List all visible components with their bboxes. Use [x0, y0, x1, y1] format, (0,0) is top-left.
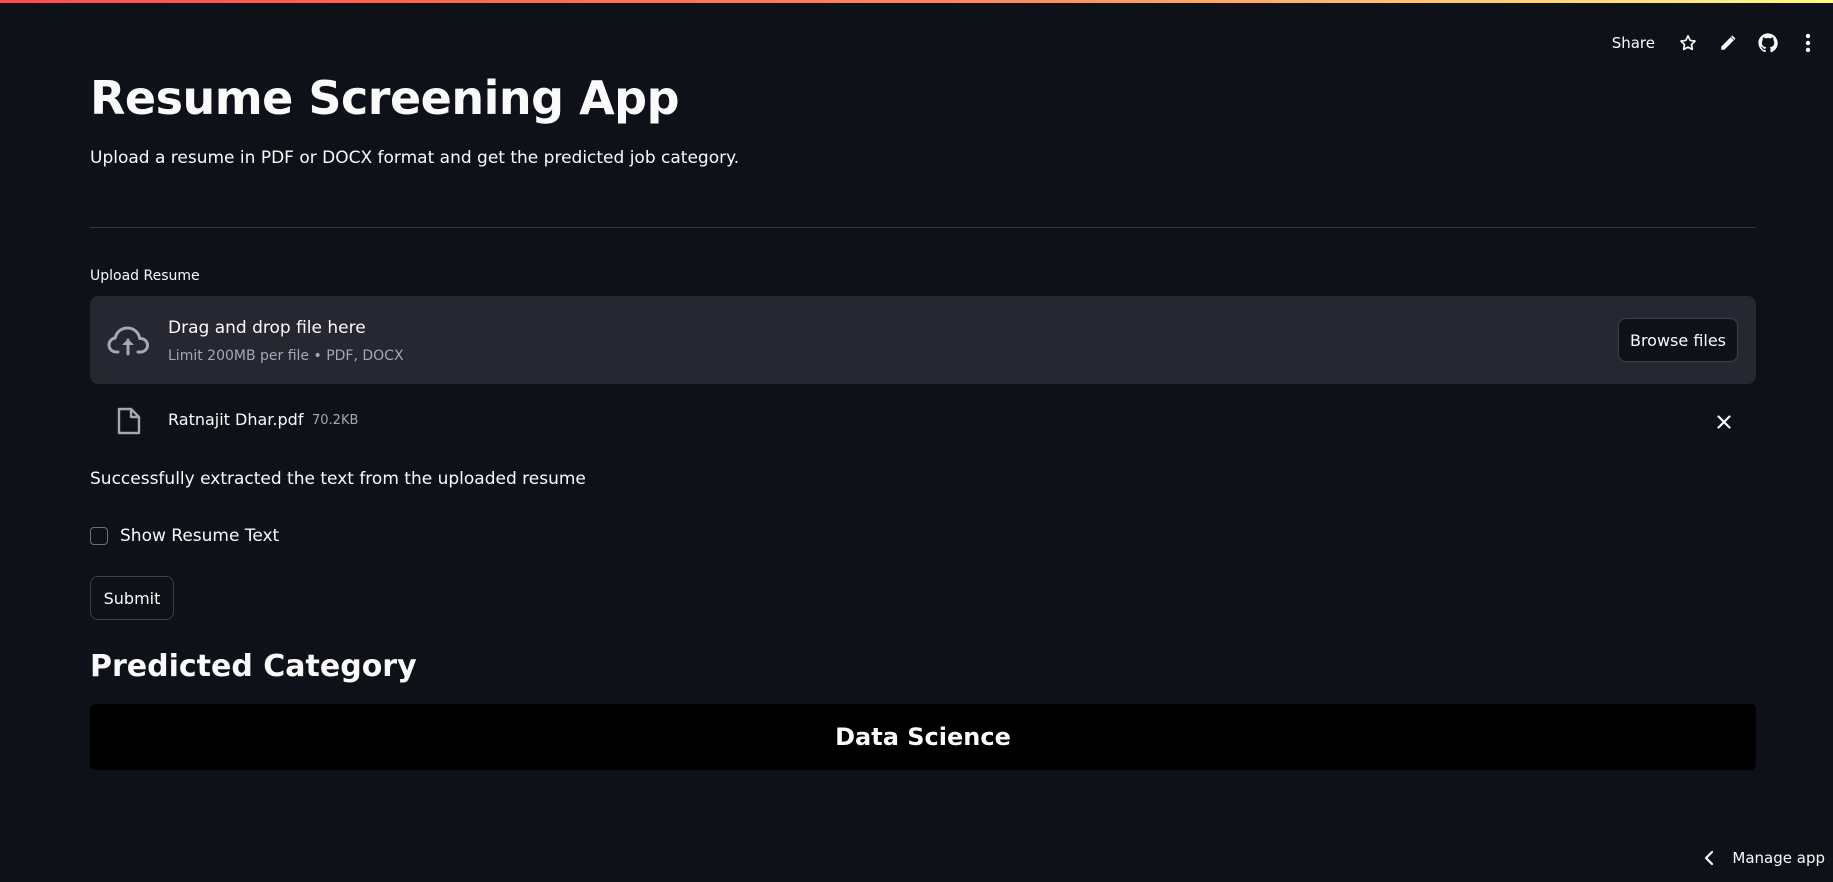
extraction-status-text: Successfully extracted the text from the…	[90, 469, 586, 489]
page-title: Resume Screening App	[90, 71, 680, 125]
app-toolbar: Share	[1612, 28, 1819, 58]
uploaded-file-name: Ratnajit Dhar.pdf	[168, 410, 304, 429]
uploaded-file-row: Ratnajit Dhar.pdf 70.2KB	[90, 400, 1756, 444]
upload-label: Upload Resume	[90, 268, 200, 284]
file-dropzone[interactable]: Drag and drop file here Limit 200MB per …	[90, 296, 1756, 384]
github-icon[interactable]	[1757, 32, 1779, 54]
browse-files-button[interactable]: Browse files	[1618, 318, 1738, 362]
kebab-menu-icon[interactable]	[1797, 32, 1819, 54]
top-accent-bar	[0, 0, 1833, 3]
divider	[90, 227, 1756, 228]
file-icon	[117, 407, 141, 435]
prediction-value: Data Science	[835, 723, 1011, 751]
cloud-upload-icon	[107, 326, 149, 356]
prediction-result-box: Data Science	[90, 704, 1756, 770]
pencil-icon[interactable]	[1717, 32, 1739, 54]
checkbox-box[interactable]	[90, 527, 108, 545]
star-icon[interactable]	[1677, 32, 1699, 54]
prediction-heading: Predicted Category	[90, 649, 417, 684]
dropzone-limit-text: Limit 200MB per file • PDF, DOCX	[168, 348, 404, 364]
submit-button[interactable]: Submit	[90, 576, 174, 620]
chevron-left-icon	[1705, 850, 1714, 866]
manage-app-label: Manage app	[1732, 849, 1825, 867]
dropzone-title: Drag and drop file here	[168, 318, 366, 338]
remove-file-icon[interactable]	[1712, 410, 1736, 434]
page-subtitle: Upload a resume in PDF or DOCX format an…	[90, 148, 740, 168]
share-button[interactable]: Share	[1612, 34, 1655, 52]
manage-app-button[interactable]: Manage app	[1704, 846, 1825, 870]
uploaded-file-size: 70.2KB	[312, 413, 359, 428]
show-resume-text-checkbox[interactable]: Show Resume Text	[90, 524, 279, 548]
checkbox-label: Show Resume Text	[120, 526, 280, 546]
